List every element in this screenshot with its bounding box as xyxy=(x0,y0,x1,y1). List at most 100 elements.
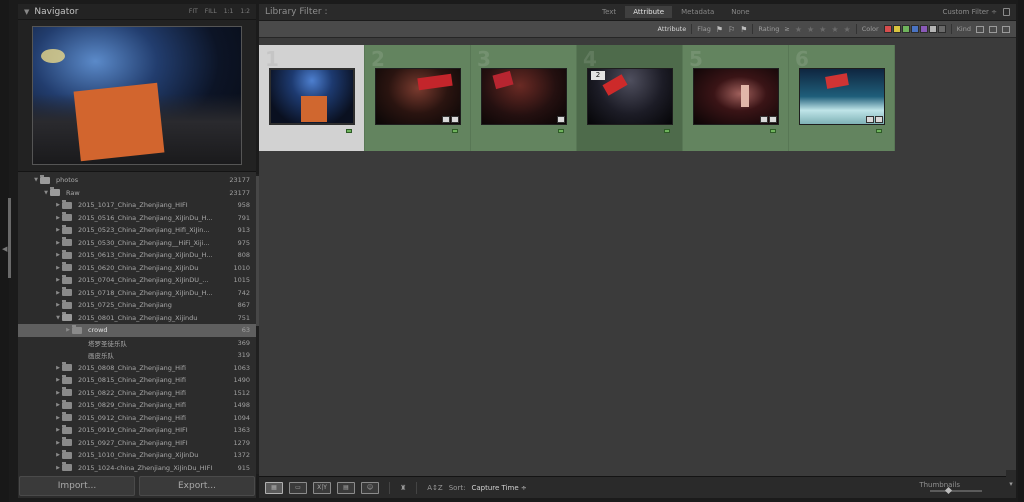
folder-row[interactable]: ▶ 2015_0530_China_Zhenjiang__HiFi_Xiji...… xyxy=(18,237,256,250)
color-swatch[interactable] xyxy=(910,25,919,33)
kind-video-icon[interactable] xyxy=(1002,25,1010,33)
panel-drag-handle[interactable] xyxy=(8,198,11,278)
metadata-badge-icon[interactable] xyxy=(451,116,459,123)
navigator-header[interactable]: ▼ Navigator FIT FILL 1:1 1:2 xyxy=(18,4,256,20)
expand-right-icon[interactable]: ▶ xyxy=(54,265,62,271)
expand-right-icon[interactable]: ▶ xyxy=(54,302,62,308)
zoom-1-2[interactable]: 1:2 xyxy=(240,8,250,15)
toolbar-menu-icon[interactable]: ▾ xyxy=(1006,470,1016,498)
folder-row[interactable]: ▶ 2015_0815_China_Zhenjiang_Hifi 1490 xyxy=(18,374,256,387)
folder-row[interactable]: ▶ 2015_0927_China_Zhenjiang_HIFI 1279 xyxy=(18,437,256,450)
expand-right-icon[interactable]: ▶ xyxy=(54,402,62,408)
folder-row[interactable]: ▶ 2015_0829_China_Zhenjiang_Hifi 1498 xyxy=(18,399,256,412)
stack-count-badge[interactable]: 2 xyxy=(591,71,605,80)
crop-badge-icon[interactable] xyxy=(760,116,768,123)
grid-cell[interactable]: 42 xyxy=(577,45,683,151)
color-swatch[interactable] xyxy=(937,25,946,33)
flag-unflagged-icon[interactable]: ⚐ xyxy=(728,25,735,34)
tab-text[interactable]: Text xyxy=(594,6,624,18)
metadata-badge-icon[interactable] xyxy=(769,116,777,123)
tab-none[interactable]: None xyxy=(723,6,757,18)
folder-row[interactable]: ▶ 2015_0620_China_Zhenjiang_XiJinDu 1010 xyxy=(18,262,256,275)
collapse-triangle-icon[interactable]: ▼ xyxy=(24,8,29,16)
color-swatch[interactable] xyxy=(928,25,937,33)
expand-down-icon[interactable]: ▼ xyxy=(32,177,40,183)
color-swatch[interactable] xyxy=(901,25,910,33)
folder-row[interactable]: ▶ 2015_0725_China_Zhenjiang 867 xyxy=(18,299,256,312)
folder-row[interactable]: 塔罗圣徒乐队 369 xyxy=(18,337,256,350)
expand-right-icon[interactable]: ▶ xyxy=(54,227,62,233)
folder-tree[interactable]: ▼ photos 23177 ▼ Raw 23177 ▶ 2015_1017_China_Zh… xyxy=(18,174,256,474)
folder-row[interactable]: ▼ Raw 23177 xyxy=(18,187,256,200)
expand-right-icon[interactable]: ▶ xyxy=(54,440,62,446)
expand-right-icon[interactable]: ▶ xyxy=(54,277,62,283)
folder-row[interactable]: ▼ 2015_0801_China_Zhenjiang_Xijindu 751 xyxy=(18,312,256,325)
folder-row[interactable]: ▼ photos 23177 xyxy=(18,174,256,187)
expand-right-icon[interactable]: ▶ xyxy=(54,377,62,383)
folder-row[interactable]: ▶ 2015_0912_China_Zhenjiang_Hifi 1094 xyxy=(18,412,256,425)
grid-cell[interactable]: 2 xyxy=(365,45,471,151)
color-swatch[interactable] xyxy=(892,25,901,33)
folder-row[interactable]: ▶ 2015_1010_China_Zhenjiang_XiJinDu 1372 xyxy=(18,449,256,462)
expand-right-icon[interactable]: ▶ xyxy=(54,465,62,471)
expand-right-icon[interactable]: ▶ xyxy=(54,427,62,433)
photo-thumbnail[interactable] xyxy=(481,68,567,125)
survey-view-icon[interactable]: ▤ xyxy=(337,481,355,494)
import-button[interactable]: Import... xyxy=(19,476,135,496)
folder-row[interactable]: ▶ 2015_0808_China_Zhenjiang_Hifi 1063 xyxy=(18,362,256,375)
expand-right-icon[interactable]: ▶ xyxy=(54,452,62,458)
metadata-badge-icon[interactable] xyxy=(557,116,565,123)
people-view-icon[interactable]: ☺ xyxy=(361,481,379,494)
folder-row[interactable]: ▶ 2015_0919_China_Zhenjiang_HIFI 1363 xyxy=(18,424,256,437)
folder-row[interactable]: ▶ 2015_0613_China_Zhenjiang_XiJinDu_H... 8… xyxy=(18,249,256,262)
expand-right-icon[interactable]: ▶ xyxy=(54,365,62,371)
expand-right-icon[interactable]: ▶ xyxy=(54,215,62,221)
grid-cell[interactable]: 5 xyxy=(683,45,789,151)
folder-row[interactable]: ▶ 2015_1017_China_Zhenjiang_HIFI 958 xyxy=(18,199,256,212)
expand-right-icon[interactable]: ▶ xyxy=(64,327,72,333)
color-swatch[interactable] xyxy=(919,25,928,33)
zoom-1-1[interactable]: 1:1 xyxy=(224,8,234,15)
expand-right-icon[interactable]: ▶ xyxy=(54,240,62,246)
filter-preset-dropdown[interactable]: Custom Filter ÷ xyxy=(943,8,997,16)
expand-right-icon[interactable]: ▶ xyxy=(54,415,62,421)
sort-dropdown[interactable]: Capture Time ÷ xyxy=(471,484,526,492)
thumbnail-size-slider[interactable] xyxy=(930,486,982,495)
folder-row[interactable]: ▶ 2015_0523_China_Zhenjiang_Hifi_XiJin...… xyxy=(18,224,256,237)
lock-icon[interactable] xyxy=(1003,8,1010,16)
grid-cell[interactable]: 6 xyxy=(789,45,895,151)
folder-row[interactable]: ▶ 2015_0718_China_Zhenjiang_XiJinDu_H... 7… xyxy=(18,287,256,300)
kind-master-icon[interactable] xyxy=(976,25,984,33)
loupe-view-icon[interactable]: ▭ xyxy=(289,481,307,494)
tab-attribute[interactable]: Attribute xyxy=(625,6,673,18)
star-icon[interactable]: ★ xyxy=(831,25,838,34)
flag-rejected-icon[interactable]: ⚑ xyxy=(740,25,747,34)
folder-row[interactable]: ▶ 2015_1024-china_Zhenjiang_XiJinDu_HIFI 9… xyxy=(18,462,256,475)
navigator-preview[interactable] xyxy=(18,20,256,172)
rating-operator[interactable]: ≥ xyxy=(784,25,789,33)
star-icon[interactable]: ★ xyxy=(807,25,814,34)
expand-right-icon[interactable]: ▶ xyxy=(54,290,62,296)
star-icon[interactable]: ★ xyxy=(795,25,802,34)
grid-view-icon[interactable]: ▦ xyxy=(265,481,283,494)
folder-row[interactable]: ▶ crowd 63 xyxy=(18,324,256,337)
folder-row[interactable]: ▶ 2015_0704_China_Zhenjiang_XiJinDU_... 10… xyxy=(18,274,256,287)
expand-down-icon[interactable]: ▼ xyxy=(54,315,62,321)
spray-can-icon[interactable]: ♜ xyxy=(400,484,406,492)
star-icon[interactable]: ★ xyxy=(844,25,851,34)
grid-cell[interactable]: 1 xyxy=(259,45,365,151)
tab-metadata[interactable]: Metadata xyxy=(673,6,722,18)
expand-right-icon[interactable]: ▶ xyxy=(54,202,62,208)
kind-virtual-icon[interactable] xyxy=(989,25,997,33)
star-icon[interactable]: ★ xyxy=(819,25,826,34)
expand-right-icon[interactable]: ▶ xyxy=(54,252,62,258)
crop-badge-icon[interactable] xyxy=(442,116,450,123)
photo-thumbnail[interactable] xyxy=(269,68,355,125)
color-swatch[interactable] xyxy=(883,25,892,33)
zoom-fill[interactable]: FILL xyxy=(205,8,217,15)
folder-row[interactable]: 画皮乐队 319 xyxy=(18,349,256,362)
export-button[interactable]: Export... xyxy=(139,476,255,496)
expand-down-icon[interactable]: ▼ xyxy=(42,190,50,196)
flag-pick-icon[interactable]: ⚑ xyxy=(716,25,723,34)
grid-cell[interactable]: 3 xyxy=(471,45,577,151)
